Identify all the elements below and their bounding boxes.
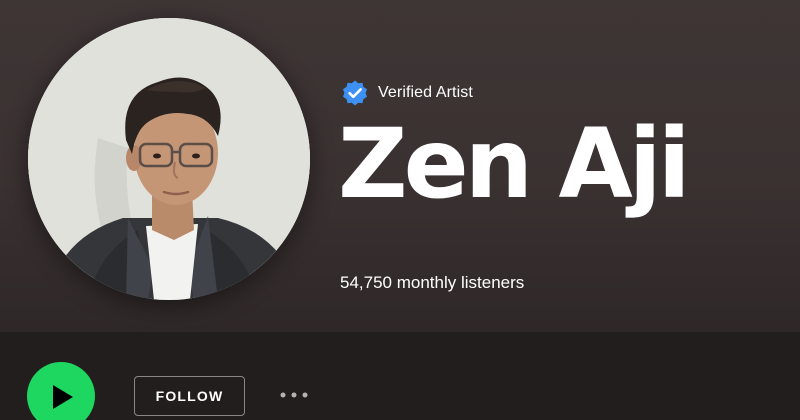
more-options-button[interactable] <box>274 382 314 408</box>
follow-button[interactable]: FOLLOW <box>134 376 245 416</box>
artist-photo-illustration <box>28 18 310 300</box>
verified-artist-text: Verified Artist <box>378 84 473 101</box>
artist-name: Zen Aji <box>338 108 691 220</box>
verified-artist-label: Verified Artist <box>341 78 473 108</box>
action-bar <box>0 332 800 420</box>
monthly-listeners: 54,750 monthly listeners <box>340 273 525 292</box>
artist-avatar <box>28 18 310 300</box>
artist-page: Verified Artist Zen Aji 54,750 monthly l… <box>0 0 800 420</box>
verified-check-badge-icon <box>341 79 369 107</box>
more-options-icon <box>280 392 308 398</box>
play-icon <box>53 385 73 409</box>
